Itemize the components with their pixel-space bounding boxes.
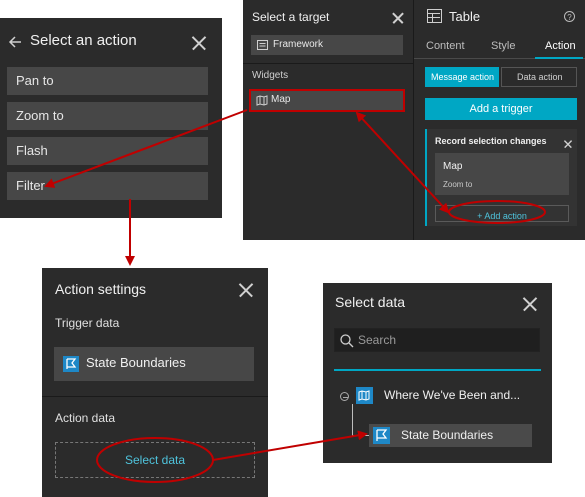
record-selection-card: Record selection changes Map Zoom to + A… <box>425 129 577 226</box>
action-item-label: Zoom to <box>16 108 64 123</box>
subtab-label: Message action <box>431 72 495 82</box>
close-icon[interactable] <box>391 11 405 25</box>
card-title: Record selection changes <box>435 136 547 146</box>
action-entry[interactable]: Map Zoom to <box>435 153 569 195</box>
select-data-title: Select data <box>335 294 406 310</box>
map-icon <box>256 95 268 106</box>
action-settings-panel: Action settings Trigger data State Bound… <box>42 268 268 497</box>
action-item-label: Flash <box>16 143 48 158</box>
search-placeholder: Search <box>358 333 397 347</box>
action-item-zoom-to[interactable]: Zoom to <box>7 102 208 130</box>
framework-icon <box>257 40 268 50</box>
tab-content[interactable]: Content <box>426 40 465 52</box>
search-underline <box>334 369 541 371</box>
action-target-label: Map <box>443 161 463 172</box>
search-icon <box>340 334 354 348</box>
active-tab-indicator <box>535 57 583 59</box>
tab-style[interactable]: Style <box>491 40 515 52</box>
action-item-flash[interactable]: Flash <box>7 137 208 165</box>
tree-parent-label[interactable]: Where We've Been and... <box>384 388 520 402</box>
tree-connector <box>352 404 369 436</box>
select-data-label: Select data <box>124 453 186 467</box>
action-item-filter[interactable]: Filter <box>7 172 208 200</box>
map-label: Map <box>271 94 291 105</box>
close-icon[interactable] <box>563 139 573 149</box>
target-and-table-panel: Select a target Framework Widgets Map Ta… <box>243 0 585 240</box>
add-action-label: + Add action <box>477 211 527 221</box>
subtab-data-action[interactable]: Data action <box>501 67 577 87</box>
table-title: Table <box>449 9 481 24</box>
trigger-data-heading: Trigger data <box>55 316 120 330</box>
select-data-panel: Select data Search Where We've Been and.… <box>323 283 552 463</box>
subtab-label: Data action <box>517 72 563 82</box>
help-icon[interactable]: ? <box>564 11 575 22</box>
action-data-heading: Action data <box>55 411 116 425</box>
vertical-divider <box>413 0 414 240</box>
tab-action[interactable]: Action <box>545 40 576 52</box>
layer-icon <box>373 427 390 444</box>
panel-title: Select an action <box>30 32 137 49</box>
map-widget-item[interactable]: Map <box>249 89 405 112</box>
action-item-label: Filter <box>16 178 45 193</box>
add-action-button[interactable]: + Add action <box>435 205 569 222</box>
back-arrow-icon[interactable] <box>8 35 22 49</box>
add-trigger-label: Add a trigger <box>469 103 533 115</box>
layer-icon <box>63 356 79 372</box>
action-type-label: Zoom to <box>443 180 473 189</box>
trigger-data-item: State Boundaries <box>54 347 254 381</box>
select-target-title: Select a target <box>252 10 330 24</box>
trigger-data-label: State Boundaries <box>86 355 186 370</box>
framework-item[interactable]: Framework <box>251 35 403 55</box>
action-item-label: Pan to <box>16 73 54 88</box>
subtab-message-action[interactable]: Message action <box>425 67 499 87</box>
action-settings-title: Action settings <box>55 281 147 297</box>
search-input[interactable]: Search <box>334 328 540 352</box>
tree-child-item[interactable]: State Boundaries <box>369 424 532 447</box>
widgets-heading: Widgets <box>252 70 289 81</box>
section-divider <box>42 396 268 397</box>
add-trigger-button[interactable]: Add a trigger <box>425 98 577 120</box>
collapse-icon[interactable] <box>340 392 349 401</box>
close-icon[interactable] <box>523 297 537 311</box>
tree-child-label: State Boundaries <box>401 428 494 442</box>
map-icon <box>356 387 373 404</box>
action-item-pan-to[interactable]: Pan to <box>7 67 208 95</box>
select-action-panel: Select an action Pan to Zoom to Flash Fi… <box>0 18 222 218</box>
divider <box>243 63 413 64</box>
framework-label: Framework <box>273 39 324 50</box>
close-icon[interactable] <box>239 283 253 297</box>
close-icon[interactable] <box>192 36 206 50</box>
table-icon <box>427 9 442 23</box>
select-data-button[interactable]: Select data <box>55 442 255 478</box>
